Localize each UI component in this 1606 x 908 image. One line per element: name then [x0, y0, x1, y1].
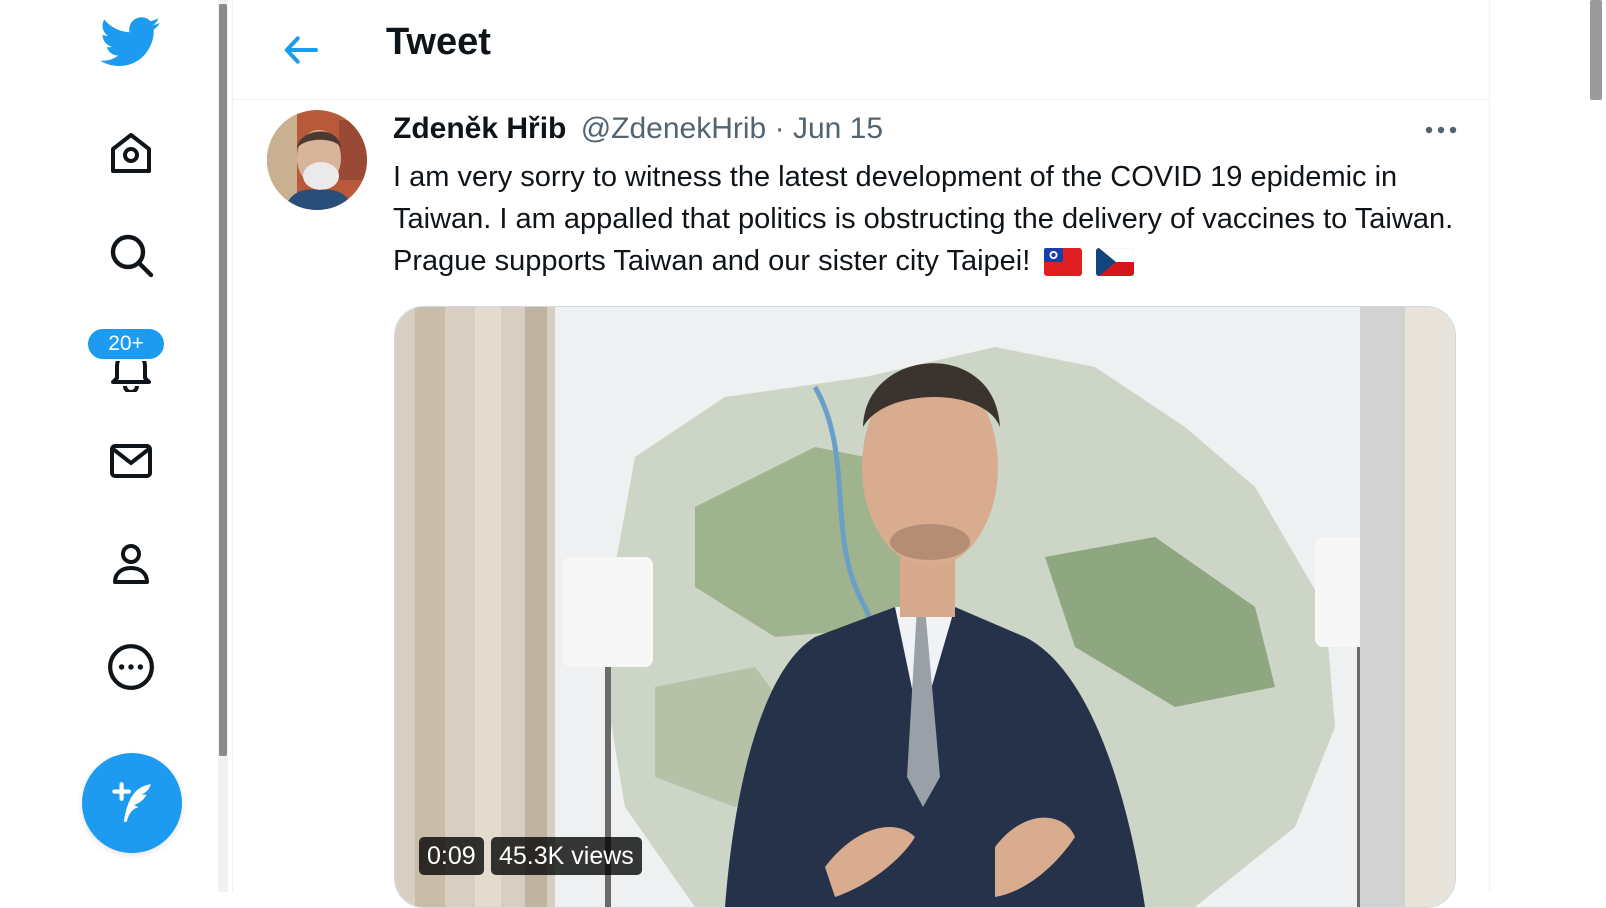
tweet-date[interactable]: Jun 15: [793, 112, 883, 145]
tweet-text-block: I am very sorry to witness the latest de…: [393, 156, 1463, 288]
more-dots-icon: [1425, 126, 1457, 134]
separator-dot: ·: [774, 112, 785, 145]
explore-search-icon[interactable]: [101, 225, 161, 285]
avatar[interactable]: [267, 110, 367, 210]
profile-person-icon[interactable]: [101, 534, 161, 594]
more-options-button[interactable]: [1413, 112, 1469, 148]
video-duration: 0:09: [419, 837, 484, 875]
main-column: Tweet Zdeněk Hřib @ZdenekHrib · Jun 15 I…: [232, 0, 1490, 908]
sidebar-scrollbar[interactable]: [218, 0, 228, 892]
tweet-text: I am very sorry to witness the latest de…: [393, 161, 1454, 277]
video-frame-image: [395, 307, 1455, 907]
compose-tweet-button[interactable]: [82, 753, 182, 853]
page-scrollbar[interactable]: [1490, 0, 1606, 892]
back-arrow-icon: [284, 36, 318, 64]
back-button[interactable]: [273, 22, 329, 78]
messages-mail-icon[interactable]: [101, 431, 161, 491]
page-scrollbar-thumb[interactable]: [1590, 0, 1602, 100]
page-title: Tweet: [386, 21, 491, 63]
czech-flag-icon: [1096, 246, 1135, 288]
twitter-logo-icon[interactable]: [101, 12, 161, 72]
notifications-badge: 20+: [86, 327, 166, 361]
sidebar-nav: 20+: [0, 0, 232, 892]
compose-feather-icon: [112, 782, 151, 822]
video-view-count: 45.3K views: [491, 837, 642, 875]
video-player[interactable]: 0:09 45.3K views: [394, 306, 1456, 908]
sidebar-scrollbar-thumb[interactable]: [219, 4, 227, 756]
more-circle-icon[interactable]: [101, 637, 161, 697]
page-header: Tweet: [233, 0, 1489, 100]
home-icon[interactable]: [101, 123, 161, 183]
tweet-header: Zdeněk Hřib @ZdenekHrib · Jun 15: [393, 112, 883, 146]
taiwan-flag-icon: [1044, 246, 1083, 288]
user-handle[interactable]: @ZdenekHrib: [581, 112, 767, 145]
display-name[interactable]: Zdeněk Hřib: [393, 112, 566, 145]
